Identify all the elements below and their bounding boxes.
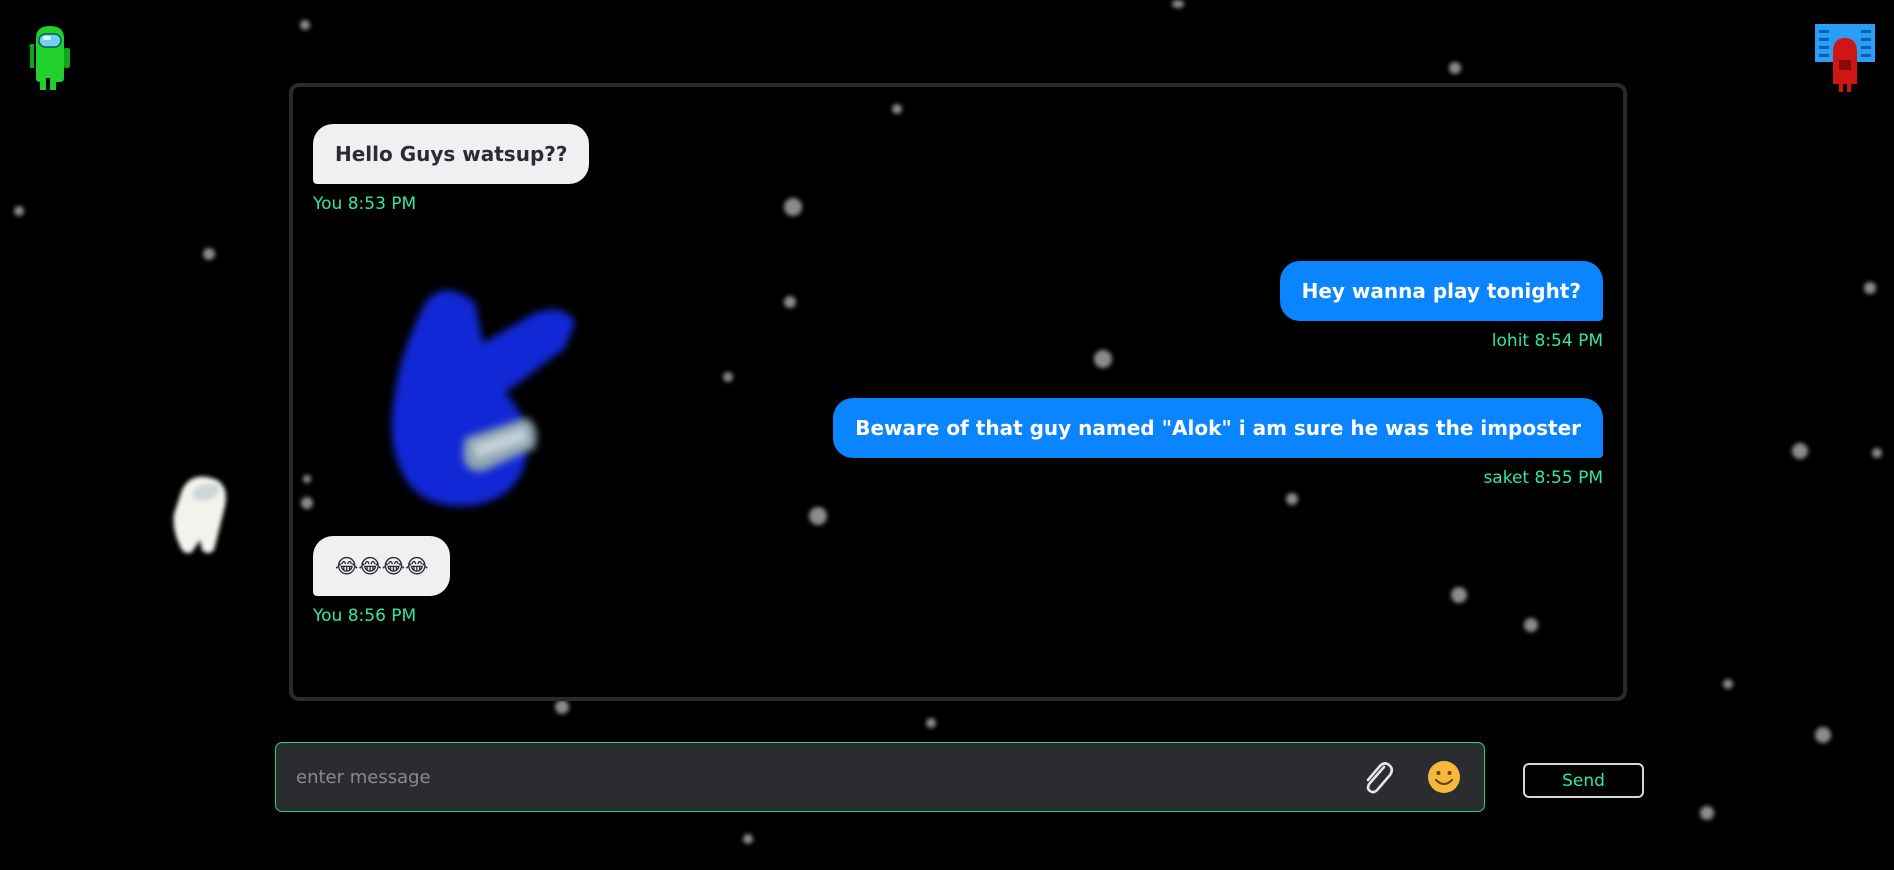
star	[1449, 62, 1461, 74]
message-time: 8:53 PM	[347, 194, 417, 214]
message-meta: You 8:53 PM	[313, 194, 589, 214]
star	[1792, 443, 1808, 459]
message-incoming: Hello Guys watsup?? You 8:53 PM	[313, 124, 590, 214]
message-meta: lohit 8:54 PM	[1280, 331, 1603, 351]
message-bubble: Beware of that guy named "Alok" i am sur…	[833, 398, 1603, 458]
star	[1723, 679, 1733, 689]
message-bubble: Hello Guys watsup??	[313, 124, 590, 184]
send-button[interactable]: Send	[1523, 763, 1644, 798]
message-sender: saket	[1483, 468, 1530, 488]
message-time: 8:56 PM	[347, 606, 417, 626]
floating-white-crewmate-icon	[162, 470, 232, 560]
message-input-bar	[275, 742, 1485, 812]
star	[300, 20, 310, 30]
star	[203, 248, 215, 260]
message-bubble: Hey wanna play tonight?	[1279, 261, 1603, 321]
message-outgoing: Hey wanna play tonight? lohit 8:54 PM	[1279, 261, 1603, 351]
message-meta: You 8:56 PM	[313, 606, 450, 626]
blue-crewmate-icon	[365, 273, 585, 543]
red-crewmate-vent-icon	[1815, 24, 1875, 94]
message-input[interactable]	[294, 743, 1298, 812]
paperclip-icon[interactable]	[1358, 757, 1398, 797]
star	[1172, 0, 1184, 8]
star	[1815, 727, 1831, 743]
message-sender: lohit	[1491, 331, 1530, 351]
star	[926, 718, 936, 728]
star	[1864, 282, 1876, 294]
smiley-icon[interactable]	[1426, 759, 1462, 795]
message-meta: saket 8:55 PM	[833, 468, 1603, 488]
star	[743, 834, 753, 844]
chat-window[interactable]: Hello Guys watsup?? You 8:53 PM Hey wann…	[289, 83, 1627, 701]
green-crewmate-icon	[24, 24, 72, 92]
star	[555, 700, 569, 714]
message-time: 8:55 PM	[1534, 468, 1604, 488]
message-incoming: 😂😂😂😂 You 8:56 PM	[313, 536, 451, 626]
star	[1700, 806, 1714, 820]
message-sender: You	[313, 194, 343, 214]
star	[14, 206, 24, 216]
message-sender: You	[313, 606, 343, 626]
message-time: 8:54 PM	[1534, 331, 1604, 351]
message-bubble: 😂😂😂😂	[313, 536, 451, 596]
message-outgoing: Beware of that guy named "Alok" i am sur…	[833, 398, 1603, 488]
star	[1872, 448, 1882, 458]
